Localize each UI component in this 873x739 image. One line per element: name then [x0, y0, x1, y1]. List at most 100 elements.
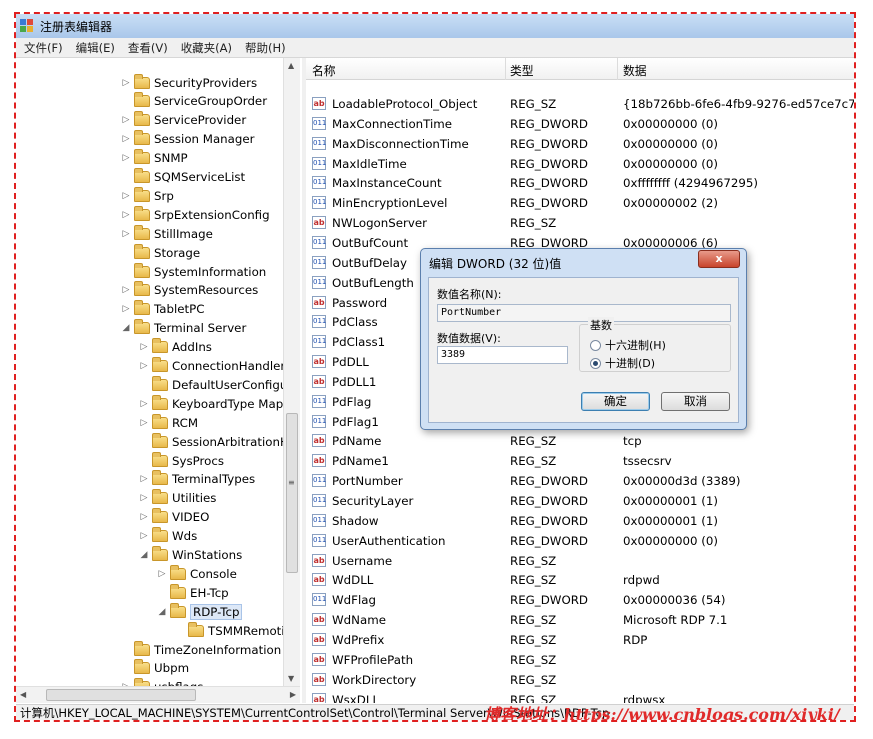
- column-type-header[interactable]: 类型: [510, 62, 534, 79]
- menu-help[interactable]: 帮助(H): [245, 40, 286, 56]
- value-data-input[interactable]: 3389: [437, 346, 568, 364]
- hex-radio[interactable]: 十六进制(H): [590, 337, 666, 353]
- tree-item[interactable]: ▷ SrpExtensionConfig: [120, 205, 270, 224]
- list-item[interactable]: ab PdName REG_SZ tcp: [306, 431, 854, 451]
- menu-view[interactable]: 查看(V): [128, 40, 168, 56]
- list-item[interactable]: 011 WdFlag REG_DWORD 0x00000036 (54): [306, 590, 854, 610]
- tree-item[interactable]: ▷ SecurityProviders: [120, 73, 257, 92]
- expand-arrow-icon[interactable]: ▷: [120, 114, 132, 126]
- expand-arrow-icon[interactable]: ▷: [138, 492, 150, 504]
- radio-on-icon[interactable]: [590, 357, 601, 369]
- tree-item[interactable]: DefaultUserConfigura: [138, 375, 299, 394]
- list-item[interactable]: 011 SecurityLayer REG_DWORD 0x00000001 (1): [306, 491, 854, 511]
- collapse-arrow-icon[interactable]: ◢: [156, 606, 168, 618]
- tree-vertical-scrollbar[interactable]: ▲ ≡ ▼: [283, 58, 300, 686]
- tree-item[interactable]: Ubpm: [120, 659, 189, 678]
- collapse-arrow-icon[interactable]: ◢: [120, 322, 132, 334]
- list-item[interactable]: ab WdDLL REG_SZ rdpwd: [306, 570, 854, 590]
- tree-item[interactable]: ▷ AddIns: [138, 338, 212, 357]
- expand-arrow-icon[interactable]: ▷: [120, 77, 132, 89]
- tree-item[interactable]: SessionArbitrationHe: [138, 432, 296, 451]
- tree-horizontal-scrollbar[interactable]: ◀ ▶: [16, 686, 300, 703]
- tree-item[interactable]: ▷ SystemResources: [120, 281, 258, 300]
- tree-item[interactable]: Storage: [120, 243, 200, 262]
- tree-item[interactable]: ▷ KeyboardType Mapp: [138, 394, 291, 413]
- expand-arrow-icon[interactable]: ▷: [138, 360, 150, 372]
- list-item[interactable]: 011 UserAuthentication REG_DWORD 0x00000000…: [306, 531, 854, 551]
- tree-item[interactable]: ServiceGroupOrder: [120, 92, 267, 111]
- list-item[interactable]: ab WdName REG_SZ Microsoft RDP 7.1: [306, 610, 854, 630]
- dec-radio[interactable]: 十进制(D): [590, 355, 655, 371]
- tree-item[interactable]: TSMMRemotir: [174, 621, 289, 640]
- list-item[interactable]: ab WFProfilePath REG_SZ: [306, 650, 854, 670]
- tree-item[interactable]: ▷ RCM: [138, 413, 198, 432]
- list-item[interactable]: ab Username REG_SZ: [306, 551, 854, 571]
- list-item[interactable]: ab WdPrefix REG_SZ RDP: [306, 630, 854, 650]
- tree-item[interactable]: ▷ TabletPC: [120, 300, 204, 319]
- tree-item[interactable]: TimeZoneInformation: [120, 640, 281, 659]
- expand-arrow-icon[interactable]: ▷: [120, 190, 132, 202]
- list-item[interactable]: ab NWLogonServer REG_SZ: [306, 213, 854, 233]
- tree-item[interactable]: ▷ ConnectionHandler: [138, 357, 285, 376]
- tree-item[interactable]: SysProcs: [138, 451, 224, 470]
- expand-arrow-icon[interactable]: ▷: [156, 568, 168, 580]
- list-item[interactable]: 011 MaxInstanceCount REG_DWORD 0xffffffff (…: [306, 173, 854, 193]
- tree-scroll-thumb[interactable]: [286, 413, 298, 573]
- list-item[interactable]: ab LoadableProtocol_Object REG_SZ {18b726bb…: [306, 94, 854, 114]
- value-name-field[interactable]: PortNumber: [437, 304, 731, 322]
- column-name-header[interactable]: 名称: [312, 62, 336, 79]
- tree-item[interactable]: ▷ Console: [156, 564, 237, 583]
- expand-arrow-icon[interactable]: ▷: [138, 511, 150, 523]
- list-item[interactable]: 011 MinEncryptionLevel REG_DWORD 0x00000002…: [306, 193, 854, 213]
- tree-item[interactable]: ▷ Srp: [120, 186, 174, 205]
- tree-item[interactable]: ▷ Wds: [138, 527, 197, 546]
- tree-item[interactable]: ▷ Utilities: [138, 489, 216, 508]
- ok-button[interactable]: 确定: [581, 392, 650, 411]
- column-data-header[interactable]: 数据: [623, 62, 647, 79]
- tree-item[interactable]: ▷ StillImage: [120, 224, 213, 243]
- tree-item[interactable]: ▷ VIDEO: [138, 508, 209, 527]
- list-item[interactable]: 011 MaxConnectionTime REG_DWORD 0x00000000 …: [306, 114, 854, 134]
- cancel-button[interactable]: 取消: [661, 392, 730, 411]
- close-icon[interactable]: x: [698, 250, 740, 268]
- tree-item[interactable]: SystemInformation: [120, 262, 266, 281]
- list-item[interactable]: 011 Shadow REG_DWORD 0x00000001 (1): [306, 511, 854, 531]
- expand-arrow-icon[interactable]: ▷: [120, 152, 132, 164]
- expand-arrow-icon[interactable]: ▷: [120, 303, 132, 315]
- expand-arrow-icon[interactable]: ▷: [120, 284, 132, 296]
- expand-arrow-icon[interactable]: ▷: [138, 417, 150, 429]
- scroll-up-icon[interactable]: ▲: [288, 61, 294, 70]
- tree-item[interactable]: ▷ Session Manager: [120, 130, 254, 149]
- menu-file[interactable]: 文件(F): [24, 40, 63, 56]
- tree-item[interactable]: ▷ ServiceProvider: [120, 111, 246, 130]
- collapse-arrow-icon[interactable]: ◢: [138, 549, 150, 561]
- tree-item[interactable]: ▷ SNMP: [120, 149, 188, 168]
- expand-arrow-icon[interactable]: ▷: [138, 473, 150, 485]
- menu-edit[interactable]: 编辑(E): [76, 40, 115, 56]
- scroll-down-icon[interactable]: ▼: [288, 674, 294, 683]
- expand-arrow-icon[interactable]: ▷: [138, 341, 150, 353]
- tree-item[interactable]: ◢ RDP-Tcp: [156, 602, 243, 621]
- tree-item[interactable]: EH-Tcp: [156, 583, 229, 602]
- expand-arrow-icon[interactable]: ▷: [138, 530, 150, 542]
- title-bar[interactable]: 注册表编辑器: [16, 14, 854, 38]
- expand-arrow-icon[interactable]: ▷: [120, 133, 132, 145]
- tree-item[interactable]: ◢ Terminal Server: [120, 319, 246, 338]
- list-item[interactable]: 011 MaxDisconnectionTime REG_DWORD 0x000000…: [306, 134, 854, 154]
- expand-arrow-icon[interactable]: ▷: [120, 209, 132, 221]
- tree-item[interactable]: ◢ WinStations: [138, 546, 242, 565]
- list-item[interactable]: ab WorkDirectory REG_SZ: [306, 670, 854, 690]
- menu-favorites[interactable]: 收藏夹(A): [181, 40, 232, 56]
- scroll-left-icon[interactable]: ◀: [20, 690, 26, 699]
- tree-item-label: SystemInformation: [154, 264, 267, 279]
- list-item[interactable]: 011 PortNumber REG_DWORD 0x00000d3d (3389): [306, 471, 854, 491]
- tree-item[interactable]: SQMServiceList: [120, 168, 245, 187]
- list-item[interactable]: ab PdName1 REG_SZ tssecsrv: [306, 451, 854, 471]
- list-item[interactable]: 011 MaxIdleTime REG_DWORD 0x00000000 (0): [306, 154, 854, 174]
- expand-arrow-icon[interactable]: ▷: [138, 398, 150, 410]
- expand-arrow-icon[interactable]: ▷: [120, 228, 132, 240]
- tree-item[interactable]: ▷ TerminalTypes: [138, 470, 255, 489]
- tree-hscroll-thumb[interactable]: [46, 689, 196, 701]
- scroll-right-icon[interactable]: ▶: [290, 690, 296, 699]
- radio-off-icon[interactable]: [590, 339, 601, 351]
